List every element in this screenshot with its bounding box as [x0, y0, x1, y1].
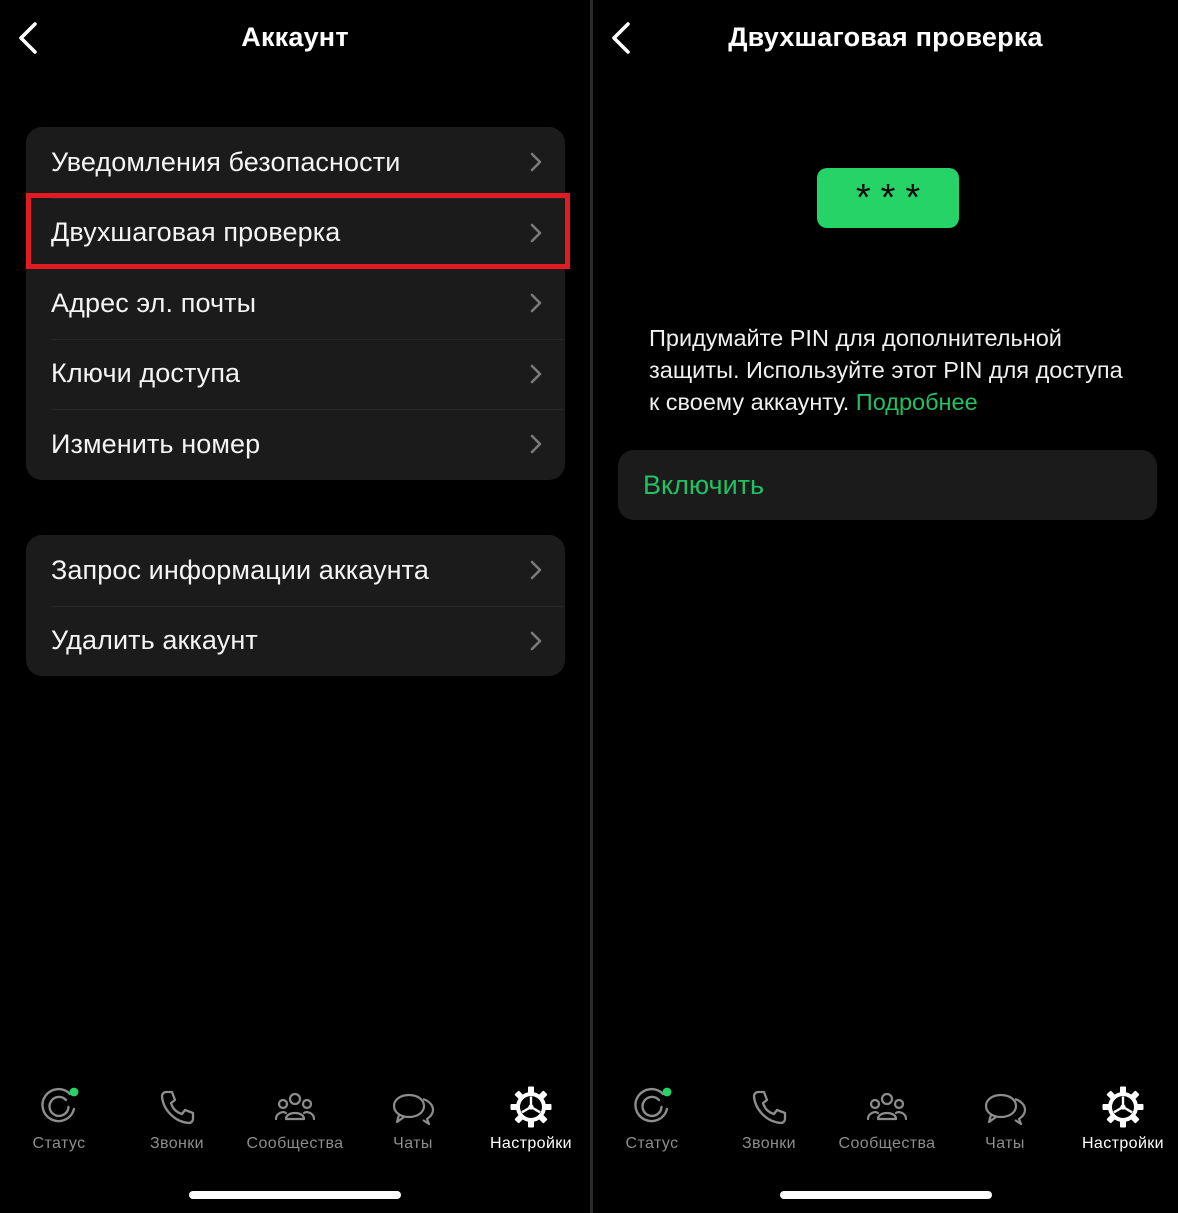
- chevron-right-icon: [530, 434, 542, 454]
- gear-icon: [1102, 1086, 1144, 1128]
- passkeys-row[interactable]: Ключи доступа: [26, 338, 565, 410]
- status-icon: [634, 1087, 672, 1123]
- account-screen: Аккаунт Уведомления безопасности Двухшаг…: [0, 0, 590, 1213]
- account-data-group: Запрос информации аккаунта Удалить аккау…: [26, 535, 565, 676]
- gear-icon: [510, 1086, 552, 1128]
- request-account-info-row[interactable]: Запрос информации аккаунта: [26, 535, 565, 606]
- two-step-verification-screen: Двухшаговая проверка *** Придумайте PIN …: [593, 0, 1178, 1213]
- row-label: Ключи доступа: [51, 358, 241, 389]
- row-label: Удалить аккаунт: [51, 625, 258, 656]
- chevron-right-icon: [530, 223, 542, 243]
- tab-calls[interactable]: Звонки: [710, 1085, 828, 1175]
- tab-settings[interactable]: Настройки: [472, 1085, 590, 1175]
- tab-communities[interactable]: Сообщества: [828, 1085, 946, 1175]
- tab-status[interactable]: Статус: [0, 1085, 118, 1175]
- page-title: Аккаунт: [241, 22, 349, 52]
- change-number-row[interactable]: Изменить номер: [26, 409, 565, 480]
- page-title: Двухшаговая проверка: [728, 22, 1043, 52]
- tab-communities[interactable]: Сообщества: [236, 1085, 354, 1175]
- tab-settings[interactable]: Настройки: [1064, 1085, 1178, 1175]
- enable-button[interactable]: Включить: [618, 450, 1157, 520]
- chevron-right-icon: [530, 631, 542, 651]
- home-indicator: [779, 1191, 992, 1199]
- tab-label: Статус: [625, 1135, 679, 1152]
- row-label: Двухшаговая проверка: [51, 217, 341, 248]
- tab-label: Звонки: [741, 1135, 797, 1152]
- home-indicator: [189, 1191, 401, 1199]
- chevron-right-icon: [530, 560, 542, 580]
- tab-calls[interactable]: Звонки: [118, 1085, 236, 1175]
- row-label: Запрос информации аккаунта: [51, 554, 429, 585]
- enable-label: Включить: [643, 469, 765, 500]
- tab-label: Чаты: [985, 1135, 1025, 1152]
- learn-more-link[interactable]: Подробнее: [856, 389, 978, 415]
- security-notifications-row[interactable]: Уведомления безопасности: [26, 127, 565, 198]
- tab-label: Чаты: [393, 1135, 433, 1152]
- tab-chats[interactable]: Чаты: [354, 1085, 472, 1175]
- row-label: Адрес эл. почты: [51, 287, 257, 318]
- two-step-verification-row[interactable]: Двухшаговая проверка: [26, 197, 565, 269]
- phone-icon: [752, 1090, 787, 1125]
- chevron-right-icon: [530, 293, 542, 313]
- tab-status[interactable]: Статус: [593, 1085, 711, 1175]
- tab-label: Настройки: [1081, 1135, 1165, 1152]
- delete-account-row[interactable]: Удалить аккаунт: [26, 605, 565, 677]
- chevron-right-icon: [530, 152, 542, 172]
- pin-description: Придумайте PIN для дополнительной защиты…: [649, 322, 1129, 418]
- header: Аккаунт: [0, 0, 590, 80]
- account-settings-group: Уведомления безопасности Двухшаговая про…: [26, 127, 565, 480]
- tab-label: Сообщества: [838, 1135, 936, 1152]
- header: Двухшаговая проверка: [593, 0, 1178, 80]
- tab-bar: Статус Звонки Сообщества Чаты Настройки: [593, 1085, 1178, 1175]
- chats-icon: [392, 1093, 435, 1126]
- chevron-right-icon: [530, 364, 542, 384]
- tab-label: Сообщества: [246, 1135, 344, 1152]
- row-label: Уведомления безопасности: [51, 146, 401, 177]
- phone-icon: [160, 1090, 195, 1125]
- chats-icon: [984, 1093, 1027, 1126]
- tab-label: Статус: [32, 1135, 86, 1152]
- row-label: Изменить номер: [51, 428, 261, 459]
- communities-icon: [274, 1092, 316, 1121]
- pin-badge: ***: [817, 168, 959, 228]
- tab-bar: Статус Звонки Сообщества Чаты Настройки: [0, 1085, 590, 1175]
- email-address-row[interactable]: Адрес эл. почты: [26, 268, 565, 339]
- tab-label: Звонки: [149, 1135, 205, 1152]
- communities-icon: [866, 1092, 908, 1121]
- screens-container: Аккаунт Уведомления безопасности Двухшаг…: [0, 0, 1178, 1213]
- tab-chats[interactable]: Чаты: [946, 1085, 1064, 1175]
- status-icon: [41, 1087, 79, 1123]
- tab-label: Настройки: [489, 1135, 573, 1152]
